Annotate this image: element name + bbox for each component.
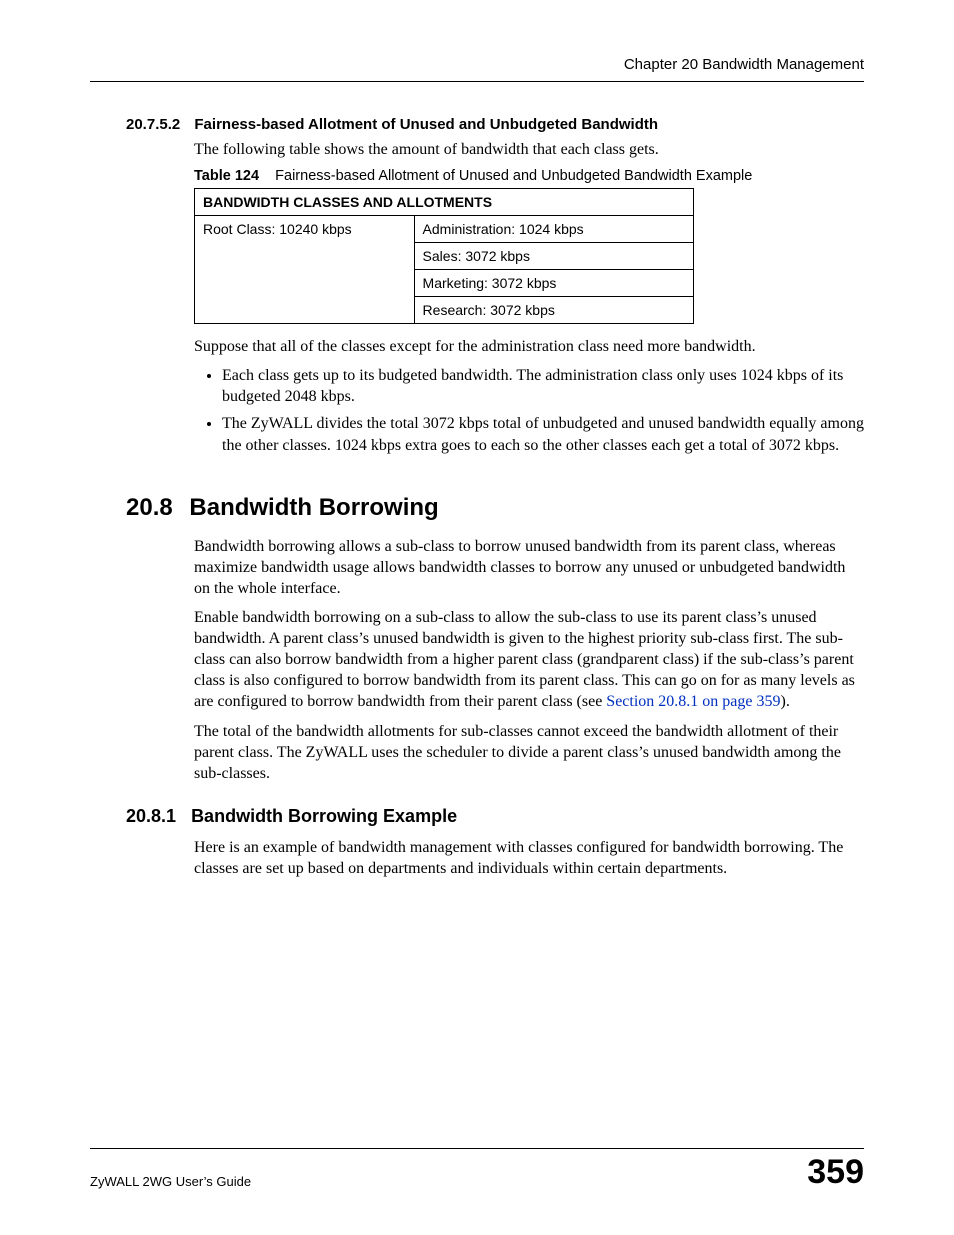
table-caption: Table 124 Fairness-based Allotment of Un… <box>194 168 864 184</box>
bandwidth-table: BANDWIDTH CLASSES AND ALLOTMENTS Root Cl… <box>194 188 694 324</box>
running-header: Chapter 20 Bandwidth Management <box>90 56 864 82</box>
heading-number: 20.7.5.2 <box>126 116 180 133</box>
root-class-cell: Root Class: 10240 kbps <box>195 216 415 324</box>
allotment-cell: Research: 3072 kbps <box>414 297 693 324</box>
heading-20-8: 20.8 Bandwidth Borrowing <box>126 494 864 522</box>
bullet-list: Each class gets up to its budgeted bandw… <box>194 365 864 455</box>
heading-title: Bandwidth Borrowing <box>189 494 438 521</box>
table-caption-text: Fairness-based Allotment of Unused and U… <box>275 168 752 184</box>
list-item: Each class gets up to its budgeted bandw… <box>222 365 864 407</box>
table-caption-label: Table 124 <box>194 168 259 184</box>
footer-page-number: 359 <box>807 1155 864 1189</box>
paragraph: Enable bandwidth borrowing on a sub-clas… <box>194 607 864 713</box>
footer-guide-title: ZyWALL 2WG User’s Guide <box>90 1174 251 1189</box>
list-item: The ZyWALL divides the total 3072 kbps t… <box>222 413 864 455</box>
xref-link-20-8-1[interactable]: Section 20.8.1 on page 359 <box>606 693 780 710</box>
heading-number: 20.8.1 <box>126 806 176 826</box>
paragraph-text-b: ). <box>781 693 790 710</box>
allotment-cell: Administration: 1024 kbps <box>414 216 693 243</box>
after-table-text: Suppose that all of the classes except f… <box>194 336 864 357</box>
heading-20-8-1: 20.8.1 Bandwidth Borrowing Example <box>126 806 864 827</box>
content-area: 20.7.5.2 Fairness-based Allotment of Unu… <box>90 116 864 879</box>
heading-number: 20.8 <box>126 494 173 521</box>
allotment-cell: Sales: 3072 kbps <box>414 243 693 270</box>
table-header: BANDWIDTH CLASSES AND ALLOTMENTS <box>195 189 694 216</box>
heading-20-7-5-2: 20.7.5.2 Fairness-based Allotment of Unu… <box>126 116 864 133</box>
intro-text: The following table shows the amount of … <box>194 139 864 160</box>
heading-title: Fairness-based Allotment of Unused and U… <box>194 116 658 133</box>
paragraph: Bandwidth borrowing allows a sub-class t… <box>194 536 864 599</box>
paragraph: Here is an example of bandwidth manageme… <box>194 837 864 879</box>
page-footer: ZyWALL 2WG User’s Guide 359 <box>90 1148 864 1189</box>
allotment-cell: Marketing: 3072 kbps <box>414 270 693 297</box>
page: Chapter 20 Bandwidth Management 20.7.5.2… <box>0 0 954 1235</box>
heading-title: Bandwidth Borrowing Example <box>191 806 457 826</box>
paragraph: The total of the bandwidth allotments fo… <box>194 721 864 784</box>
